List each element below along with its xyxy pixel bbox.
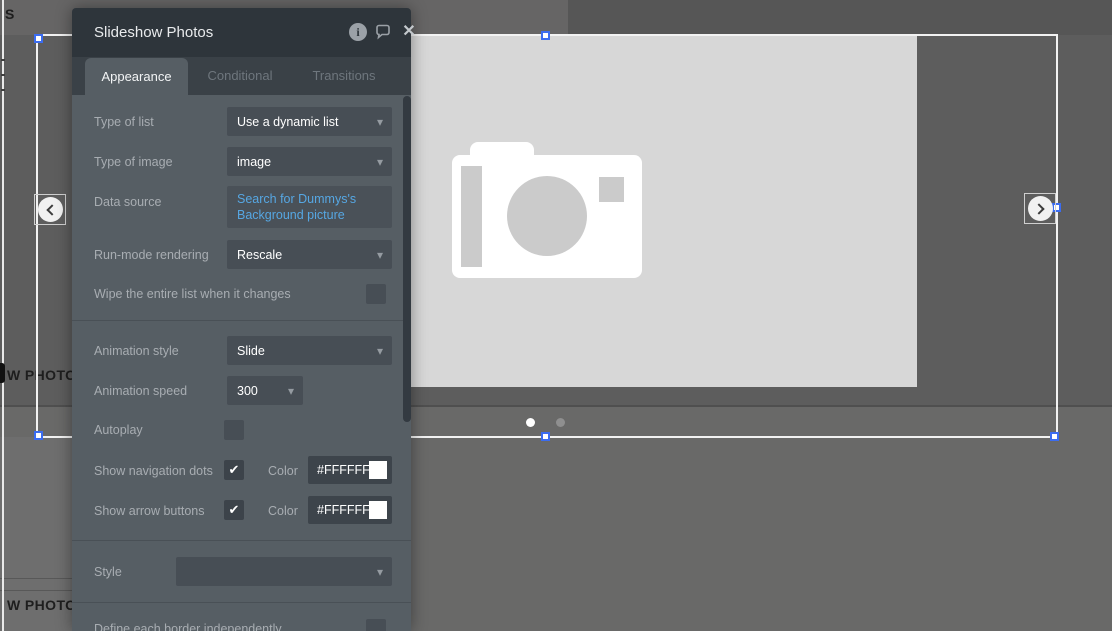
next-circle[interactable] [1028, 196, 1053, 221]
wipe-list-label: Wipe the entire list when it changes [94, 287, 291, 301]
chevron-down-icon: ▾ [377, 344, 383, 358]
type-of-list-dropdown[interactable]: Use a dynamic list ▾ [227, 107, 392, 136]
chevron-right-icon [1033, 203, 1044, 214]
arrows-color-input[interactable]: #FFFFFF [308, 496, 392, 524]
dots-color-input[interactable]: #FFFFFF [308, 456, 392, 484]
panel-scrollbar-thumb[interactable] [403, 96, 411, 422]
tick-mark [1, 89, 5, 91]
slideshow-dot-2[interactable] [556, 418, 565, 427]
close-icon[interactable]: ✕ [400, 23, 418, 41]
tab-transitions[interactable]: Transitions [294, 57, 394, 95]
selection-handle-bottom-center[interactable] [541, 432, 550, 441]
type-of-list-label: Type of list [94, 115, 154, 129]
tab-conditional[interactable]: Conditional [190, 57, 290, 95]
run-mode-dropdown[interactable]: Rescale ▾ [227, 240, 392, 269]
define-borders-label: Define each border independently [94, 622, 282, 631]
tab-appearance[interactable]: Appearance [85, 58, 188, 95]
clipped-arrow-element [0, 363, 5, 383]
autoplay-label: Autoplay [94, 423, 143, 437]
chevron-down-icon: ▾ [288, 384, 294, 398]
show-dots-checkbox[interactable]: ✔ [224, 460, 244, 480]
chevron-down-icon: ▾ [377, 248, 383, 262]
chevron-down-icon: ▾ [377, 115, 383, 129]
animation-style-dropdown[interactable]: Slide ▾ [227, 336, 392, 365]
selection-handle-top-left[interactable] [34, 34, 43, 43]
show-dots-label: Show navigation dots [94, 464, 213, 478]
type-of-image-label: Type of image [94, 155, 173, 169]
section-divider [72, 540, 411, 541]
type-of-image-dropdown[interactable]: image ▾ [227, 147, 392, 176]
clipped-text-fragment: S [5, 6, 14, 22]
page-left-edge [2, 0, 4, 631]
comment-icon[interactable] [374, 23, 392, 41]
animation-speed-label: Animation speed [94, 384, 187, 398]
dots-color-label: Color [268, 464, 298, 478]
slideshow-next-button[interactable] [1024, 193, 1056, 224]
data-source-label: Data source [94, 195, 161, 209]
define-borders-checkbox[interactable] [366, 619, 386, 631]
section-divider [72, 320, 411, 321]
slideshow-prev-button[interactable] [34, 194, 66, 225]
arrows-color-label: Color [268, 504, 298, 518]
selection-handle-top-center[interactable] [541, 31, 550, 40]
wipe-list-checkbox[interactable] [366, 284, 386, 304]
tick-mark [1, 59, 5, 61]
run-mode-label: Run-mode rendering [94, 248, 209, 262]
animation-style-label: Animation style [94, 344, 179, 358]
show-arrows-label: Show arrow buttons [94, 504, 204, 518]
tick-mark [1, 74, 5, 76]
prev-circle[interactable] [38, 197, 63, 222]
dots-color-swatch[interactable] [369, 461, 387, 479]
check-icon: ✔ [229, 462, 240, 477]
arrows-color-swatch[interactable] [369, 501, 387, 519]
panel-tabbar: Appearance Conditional Transitions [72, 57, 411, 95]
panel-header[interactable]: Slideshow Photos i ✕ [72, 8, 411, 57]
show-arrows-checkbox[interactable]: ✔ [224, 500, 244, 520]
chevron-down-icon: ▾ [377, 155, 383, 169]
selection-handle-bottom-right[interactable] [1050, 432, 1059, 441]
panel-title: Slideshow Photos [94, 8, 213, 57]
property-editor-panel: Slideshow Photos i ✕ Appearance Conditio… [72, 8, 411, 631]
chevron-down-icon: ▾ [377, 565, 383, 579]
animation-speed-dropdown[interactable]: 300 ▾ [227, 376, 303, 405]
canvas-top-right-region [568, 0, 1112, 35]
slideshow-dot-1[interactable] [526, 418, 535, 427]
info-icon[interactable]: i [349, 23, 367, 41]
autoplay-checkbox[interactable] [224, 420, 244, 440]
selection-handle-bottom-left[interactable] [34, 431, 43, 440]
check-icon: ✔ [229, 502, 240, 517]
style-label: Style [94, 565, 122, 579]
style-dropdown[interactable]: ▾ [176, 557, 392, 586]
chevron-left-icon [46, 204, 57, 215]
canvas-label-photos-lower: W PHOTO [7, 597, 76, 613]
section-divider [72, 602, 411, 603]
data-source-expression[interactable]: Search for Dummys's Background picture [227, 186, 392, 228]
